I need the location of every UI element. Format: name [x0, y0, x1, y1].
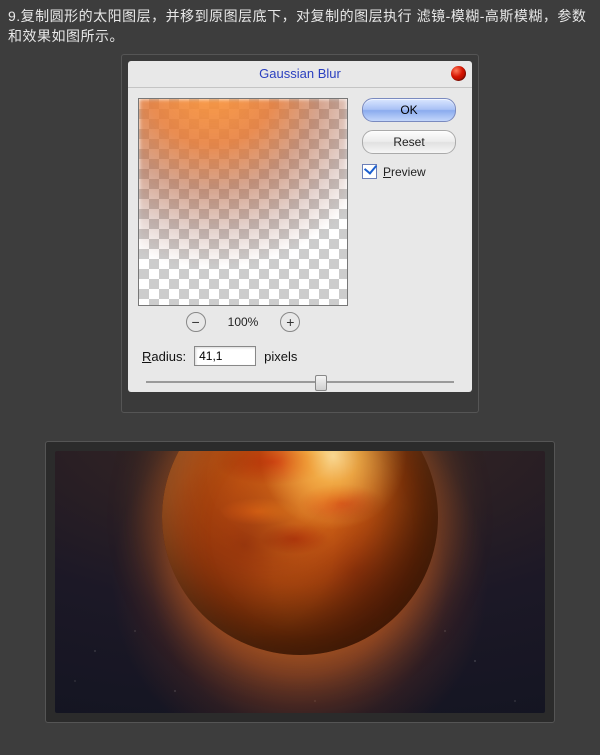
dialog-titlebar[interactable]: Gaussian Blur [128, 61, 472, 88]
plus-icon: + [286, 315, 294, 329]
preview-thumbnail[interactable] [138, 98, 348, 306]
preview-checkbox-row[interactable]: Preview [362, 164, 462, 179]
ok-button[interactable]: OK [362, 98, 456, 122]
instruction-text: 9.复制圆形的太阳图层，并移到原图层底下，对复制的图层执行 滤镜-模糊-高斯模糊… [0, 0, 600, 54]
dialog-frame: Gaussian Blur − 100% + OK Reset Preview … [121, 54, 479, 413]
preview-label: Preview [383, 165, 426, 179]
checkbox-checked-icon[interactable] [362, 164, 377, 179]
zoom-out-button[interactable]: − [186, 312, 206, 332]
close-icon[interactable] [451, 66, 466, 81]
radius-slider[interactable] [146, 372, 454, 392]
minus-icon: − [192, 315, 200, 329]
zoom-in-button[interactable]: + [280, 312, 300, 332]
dialog-title: Gaussian Blur [128, 61, 472, 87]
preview-content [139, 99, 347, 305]
result-frame [45, 441, 555, 723]
slider-track [146, 381, 454, 383]
result-image [55, 451, 545, 713]
radius-row: Radius: pixels [128, 346, 472, 372]
radius-input[interactable] [194, 346, 256, 366]
reset-button[interactable]: Reset [362, 130, 456, 154]
gaussian-blur-dialog: Gaussian Blur − 100% + OK Reset Preview … [128, 61, 472, 392]
slider-thumb[interactable] [315, 375, 327, 391]
radius-label: Radius: [142, 349, 186, 364]
zoom-percentage: 100% [228, 315, 259, 329]
radius-unit: pixels [264, 349, 297, 364]
